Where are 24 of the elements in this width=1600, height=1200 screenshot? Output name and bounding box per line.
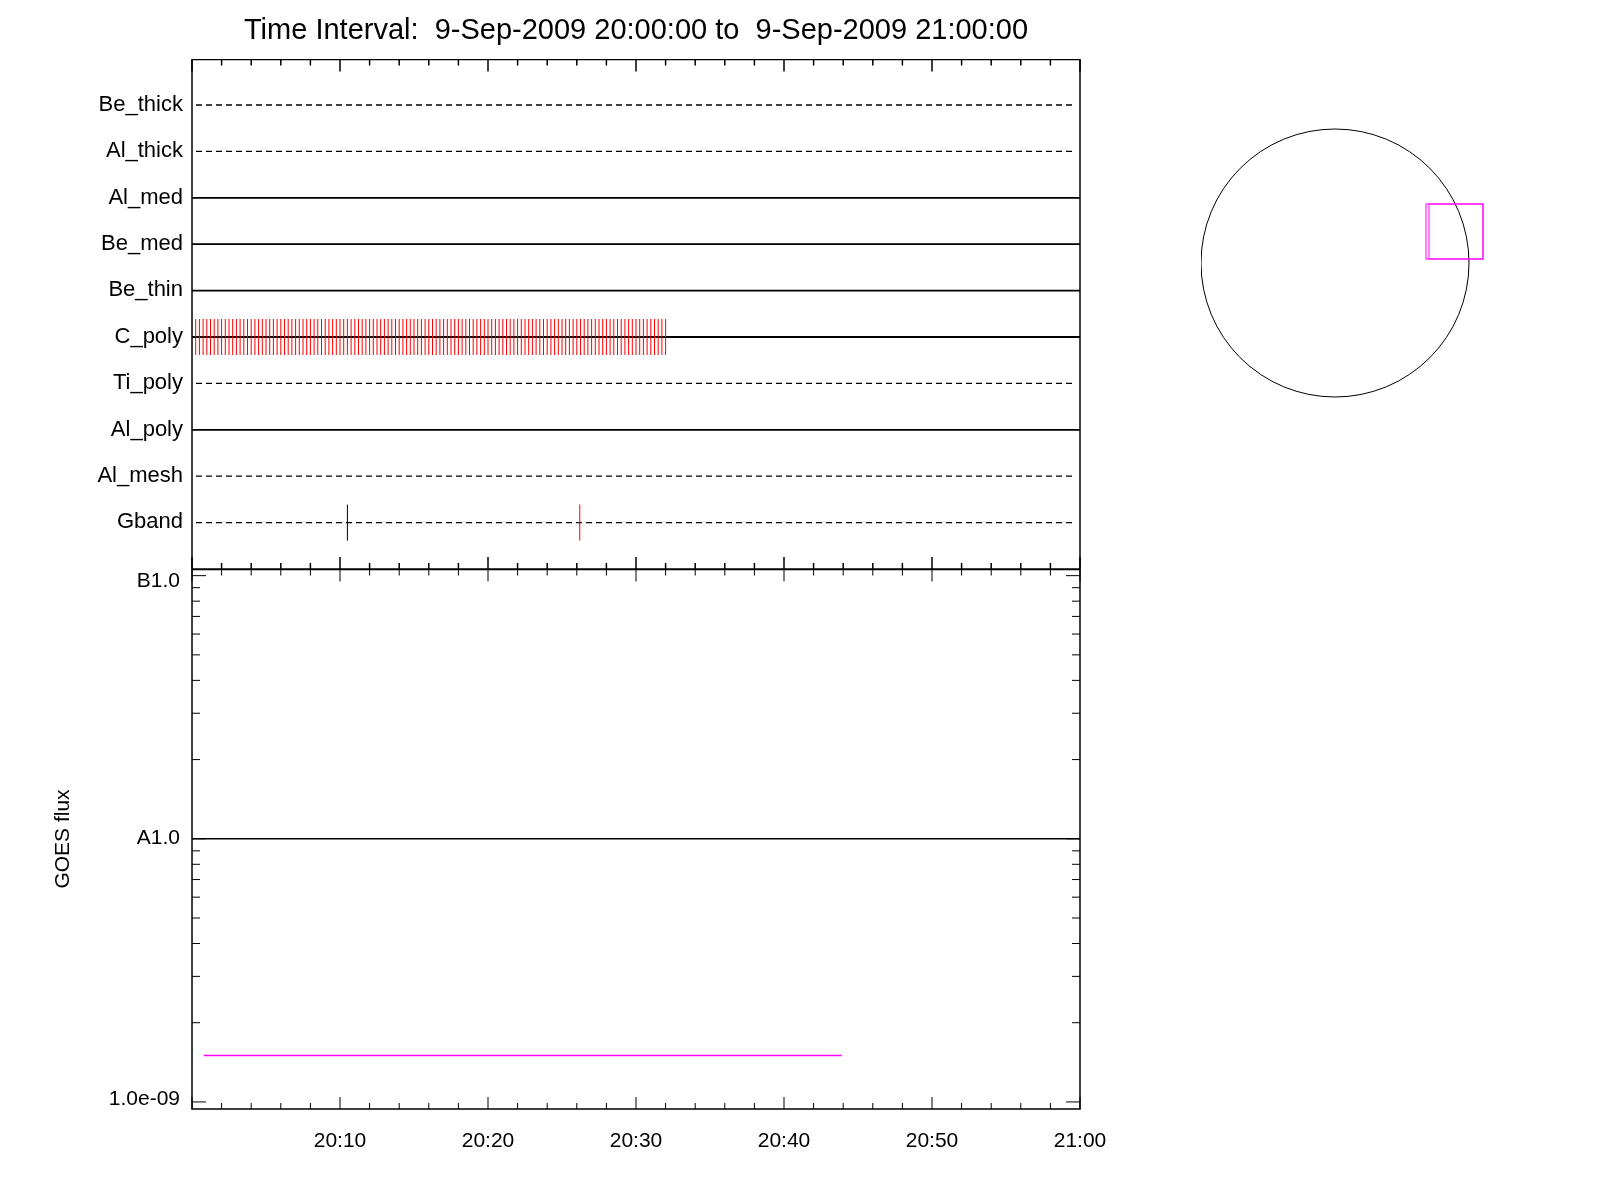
y-tick-label: B1.0 xyxy=(136,569,180,591)
channel-label: Be_med xyxy=(101,230,183,255)
x-tick-label: 21:00 xyxy=(1053,1127,1107,1151)
x-tick-label: 20:30 xyxy=(609,1127,663,1151)
field-of-view-box xyxy=(1425,203,1484,260)
y-tick-label: 1.0e-09 xyxy=(108,1085,180,1109)
channel-label: Al_mesh xyxy=(97,462,183,487)
channel-label: Ti_poly xyxy=(112,369,183,395)
plot-title: Time Interval: 9-Sep-2009 20:00:00 to 9-Sep-2009 21:00:00 xyxy=(243,11,1029,47)
x-tick-label: 20:20 xyxy=(461,1127,515,1151)
channel-label: Be_thin xyxy=(108,276,183,302)
channel-label: Al_med xyxy=(108,183,183,209)
exposure-tick xyxy=(346,504,348,542)
x-tick-label: 20:50 xyxy=(905,1127,959,1151)
channel-label: Gband xyxy=(116,508,183,534)
channel-label: Al_poly xyxy=(110,415,183,441)
x-tick-label: 20:40 xyxy=(757,1127,811,1151)
y-tick-label: A1.0 xyxy=(136,825,180,849)
exposure-tick xyxy=(579,504,581,542)
channel-label: Be_thick xyxy=(98,90,183,116)
y-axis-label: GOES flux xyxy=(49,789,73,889)
x-tick-label: 20:10 xyxy=(313,1127,367,1151)
channel-label: Al_thick xyxy=(105,137,183,163)
channel-label: C_poly xyxy=(114,322,183,348)
